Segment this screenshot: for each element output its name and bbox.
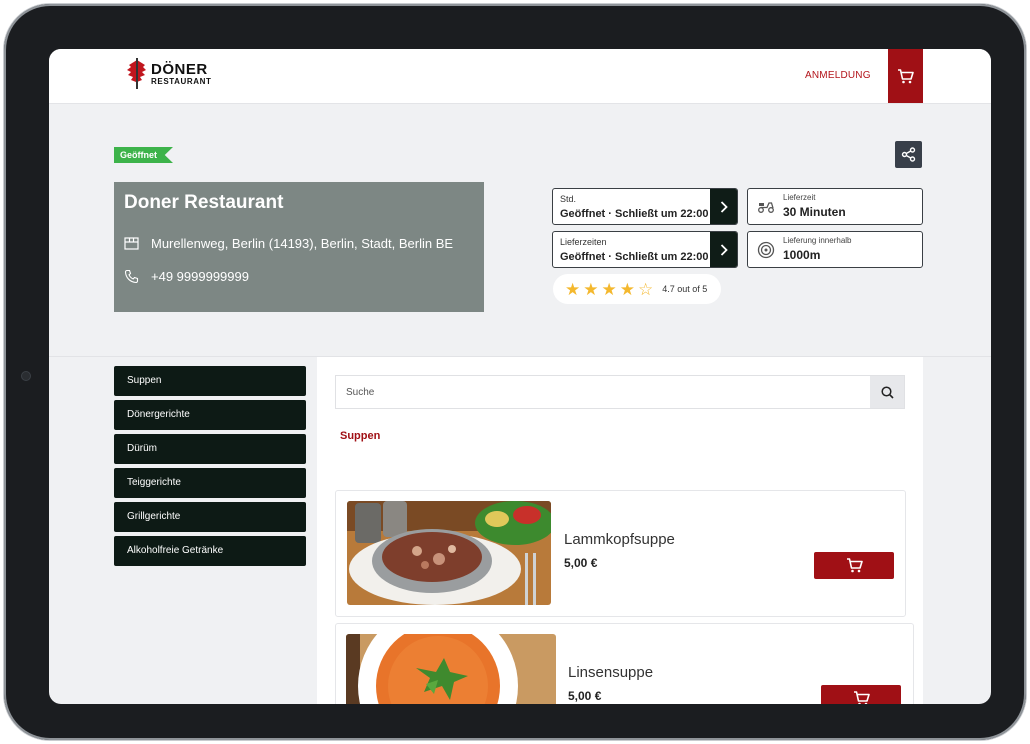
star-empty-icon: ☆	[638, 279, 654, 299]
logo-main-text: DÖNER	[151, 61, 208, 78]
opening-hours-value: Geöffnet · Schließt um 22:00	[560, 208, 709, 220]
search-icon	[880, 385, 894, 399]
product-price: 5,00 €	[564, 556, 598, 570]
restaurant-phone: +49 9999999999	[151, 269, 249, 284]
category-grillgerichte[interactable]: Grillgerichte	[114, 502, 306, 532]
add-to-cart-button[interactable]	[821, 685, 901, 704]
share-button[interactable]	[895, 141, 922, 168]
app-screen: DÖNER RESTAURANT ANMELDUNG Geöffnet Done…	[49, 49, 991, 704]
phone-icon	[124, 269, 139, 284]
delivery-radius-label: Lieferung innerhalb	[783, 236, 852, 245]
category-alkoholfreie-getraenke[interactable]: Alkoholfreie Getränke	[114, 536, 306, 566]
delivery-time-box: Lieferzeit 30 Minuten	[747, 188, 923, 225]
doner-spit-icon	[127, 58, 146, 89]
product-image-lammkopfsuppe	[347, 501, 551, 605]
top-header: DÖNER RESTAURANT ANMELDUNG	[49, 49, 991, 104]
header-cart-button[interactable]	[888, 49, 923, 103]
chevron-right-icon	[720, 243, 728, 256]
restaurant-info-card: Doner Restaurant Murellenweg, Berlin (14…	[114, 182, 484, 312]
product-image-linsensuppe	[346, 634, 556, 704]
menu-panel: Suppen	[317, 357, 923, 704]
login-link[interactable]: ANMELDUNG	[805, 70, 871, 81]
delivery-hours-expand[interactable]	[710, 232, 737, 267]
search-button[interactable]	[870, 376, 904, 408]
store-icon	[124, 237, 139, 250]
product-card[interactable]: Linsensuppe 5,00 €	[335, 623, 914, 704]
star-filled-icon: ★	[565, 279, 581, 299]
category-suppen[interactable]: Suppen	[114, 366, 306, 396]
product-name: Lammkopfsuppe	[564, 531, 675, 548]
search-input[interactable]	[336, 376, 870, 408]
restaurant-address: Murellenweg, Berlin (14193), Berlin, Sta…	[151, 236, 454, 251]
star-filled-icon: ★	[601, 279, 617, 299]
opening-hours-expand[interactable]	[710, 189, 737, 224]
cart-icon	[853, 691, 870, 704]
opening-hours-label: Std.	[560, 194, 577, 204]
cart-icon	[898, 68, 914, 83]
restaurant-logo[interactable]: DÖNER RESTAURANT	[125, 58, 212, 90]
star-filled-icon: ★	[583, 279, 599, 299]
rating-text: 4.7 out of 5	[662, 284, 708, 294]
chevron-right-icon	[720, 200, 728, 213]
star-filled-icon: ★	[619, 279, 635, 299]
delivery-time-label: Lieferzeit	[783, 193, 816, 202]
logo-sub-text: RESTAURANT	[151, 77, 212, 86]
restaurant-name: Doner Restaurant	[124, 192, 284, 213]
add-to-cart-button[interactable]	[814, 552, 894, 579]
category-duerum[interactable]: Dürüm	[114, 434, 306, 464]
opening-hours-box[interactable]: Std. Geöffnet · Schließt um 22:00	[552, 188, 738, 225]
open-status-badge: Geöffnet	[114, 147, 173, 163]
delivery-hours-label: Lieferzeiten	[560, 237, 607, 247]
address-row: Murellenweg, Berlin (14193), Berlin, Sta…	[124, 236, 453, 251]
category-doenergerichte[interactable]: Dönergerichte	[114, 400, 306, 430]
delivery-radius-box: Lieferung innerhalb 1000m	[747, 231, 923, 268]
camera-dot	[21, 371, 31, 381]
logo-text: DÖNER RESTAURANT	[151, 62, 212, 86]
share-icon	[901, 147, 916, 162]
product-price: 5,00 €	[568, 689, 602, 703]
tablet-frame: DÖNER RESTAURANT ANMELDUNG Geöffnet Done…	[4, 4, 1026, 740]
delivery-hours-value: Geöffnet · Schließt um 22:00	[560, 251, 709, 263]
scooter-icon	[758, 202, 774, 213]
delivery-hours-box[interactable]: Lieferzeiten Geöffnet · Schließt um 22:0…	[552, 231, 738, 268]
delivery-time-value: 30 Minuten	[783, 205, 846, 219]
product-name: Linsensuppe	[568, 664, 654, 681]
radius-icon	[757, 241, 775, 259]
category-teiggerichte[interactable]: Teiggerichte	[114, 468, 306, 498]
search-bar	[335, 375, 905, 409]
rating-widget[interactable]: ★ ★ ★ ★ ☆ 4.7 out of 5	[553, 274, 721, 304]
section-title: Suppen	[340, 430, 381, 442]
product-card[interactable]: Lammkopfsuppe 5,00 €	[335, 490, 906, 617]
cart-icon	[846, 558, 863, 573]
phone-row: +49 9999999999	[124, 269, 249, 284]
delivery-radius-value: 1000m	[783, 248, 821, 262]
